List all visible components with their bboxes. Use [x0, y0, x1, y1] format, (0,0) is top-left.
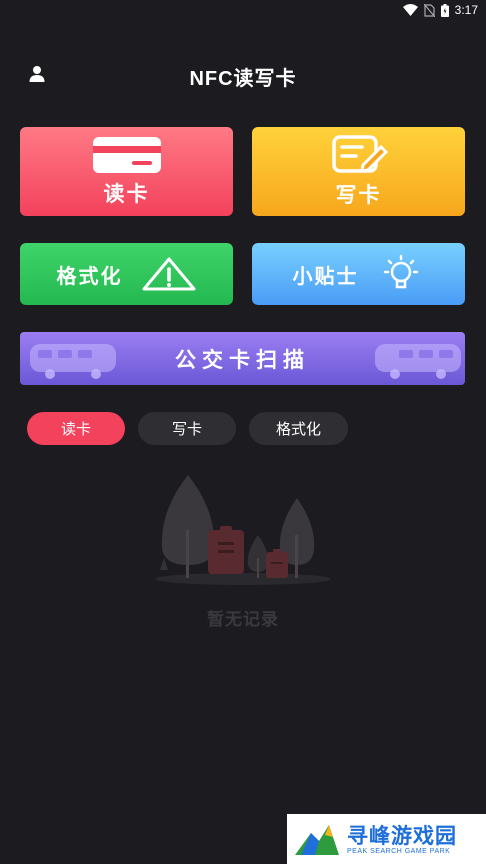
edit-icon: [331, 134, 388, 173]
format-label: 格式化: [56, 263, 123, 288]
watermark: 寻峰游戏园 PEAK SEARCH GAME PARK: [287, 814, 486, 864]
empty-state-text: 暂无记录: [207, 610, 279, 630]
mountain-logo-icon: [295, 825, 339, 855]
bus-icon: [30, 344, 116, 379]
bus-icon: [375, 344, 461, 379]
tips-label: 小贴士: [292, 263, 359, 288]
bus-card-scan-label: 公交卡扫描: [175, 347, 310, 372]
app-header: NFC读写卡: [0, 55, 486, 95]
status-icons: 3:17: [402, 3, 478, 17]
tips-button[interactable]: 小贴士: [252, 243, 465, 305]
warning-icon: [142, 257, 195, 291]
watermark-subtitle: PEAK SEARCH GAME PARK: [347, 847, 451, 855]
tab-write-card[interactable]: 写卡: [138, 412, 236, 445]
read-card-button[interactable]: 读卡: [20, 127, 233, 216]
no-sim-icon: [423, 3, 435, 17]
wifi-icon: [402, 4, 418, 16]
write-card-button[interactable]: 写卡: [252, 127, 465, 216]
tab-format[interactable]: 格式化: [249, 412, 348, 445]
tab-read-card[interactable]: 读卡: [27, 412, 125, 445]
watermark-title: 寻峰游戏园: [347, 823, 457, 848]
format-button[interactable]: 格式化: [20, 243, 233, 305]
status-bar: 3:17: [0, 0, 486, 22]
status-time: 3:17: [454, 3, 478, 17]
card-icon: [92, 136, 161, 173]
battery-icon: [440, 3, 449, 17]
bus-card-scan-button[interactable]: 公交卡扫描: [20, 332, 465, 385]
watermark-text: 寻峰游戏园 PEAK SEARCH GAME PARK: [347, 824, 457, 855]
lightbulb-icon: [383, 254, 418, 289]
empty-forest-illustration: [155, 475, 331, 585]
filter-tabs: 读卡 写卡 格式化: [27, 412, 348, 445]
read-card-label: 读卡: [103, 181, 150, 206]
write-card-label: 写卡: [335, 182, 382, 207]
page-title: NFC读写卡: [189, 68, 297, 90]
